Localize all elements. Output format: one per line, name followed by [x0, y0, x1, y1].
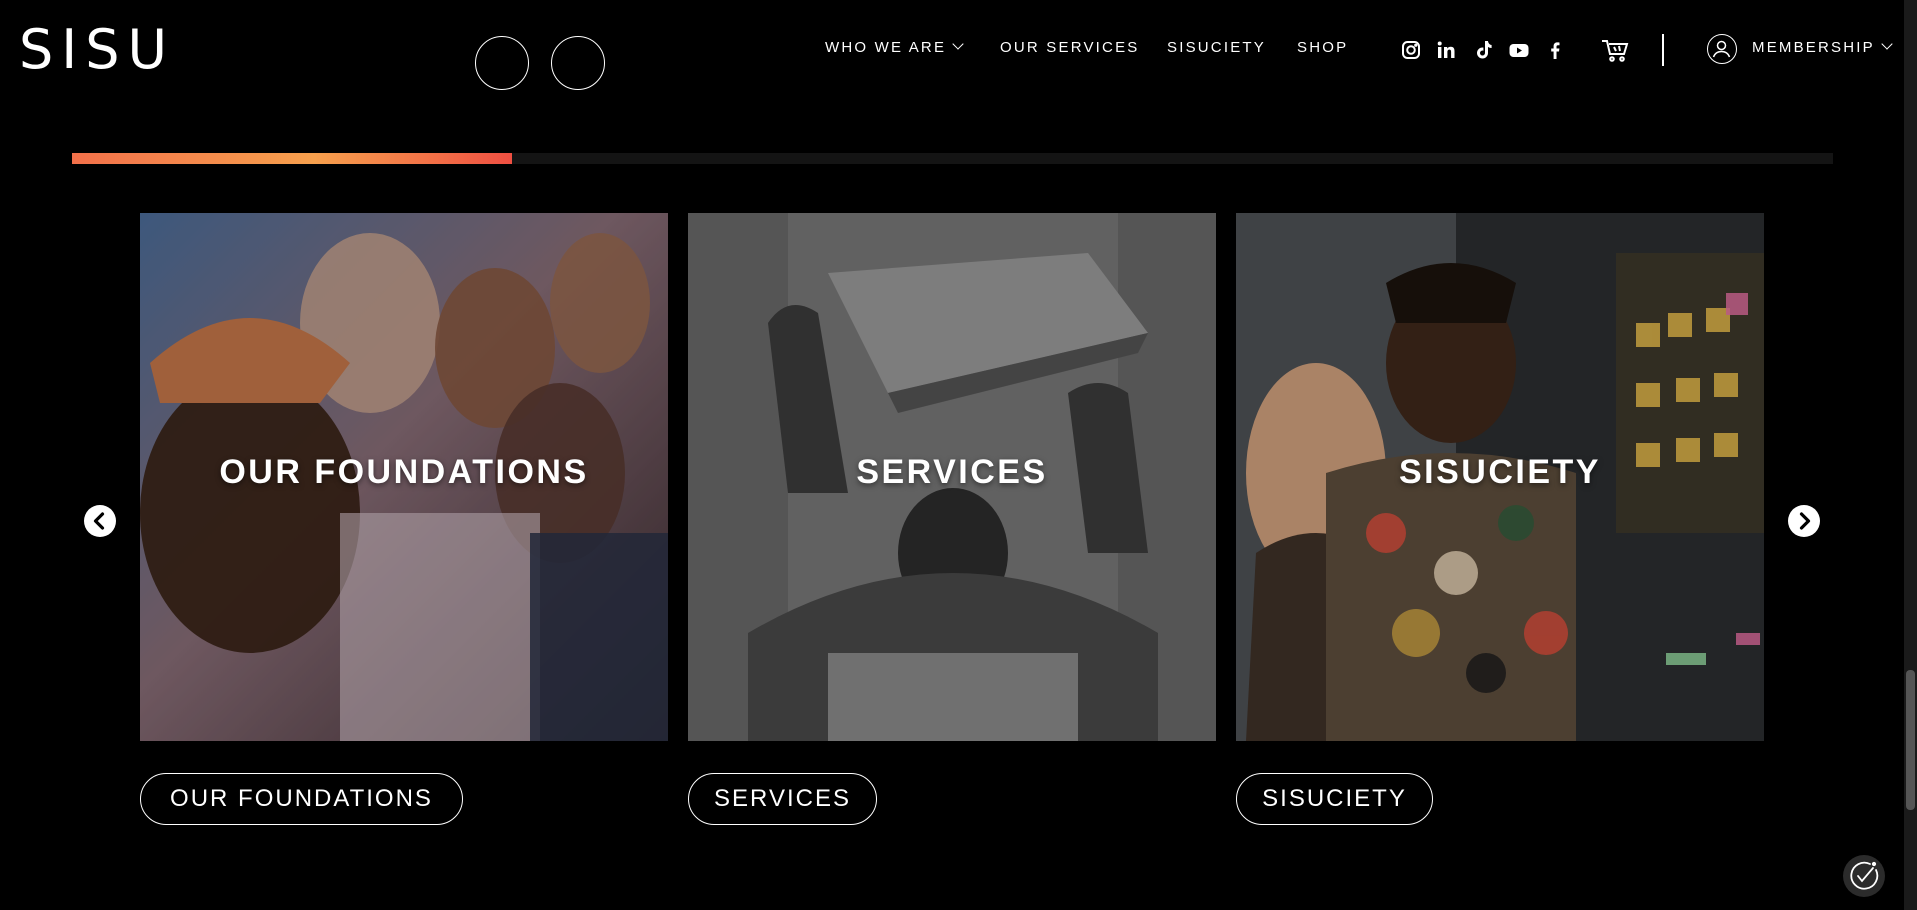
carousel-progress-track — [72, 153, 1833, 164]
nav-sisuciety[interactable]: SISUCIETY — [1167, 38, 1266, 58]
tiktok-icon[interactable] — [1471, 38, 1495, 62]
instagram-icon[interactable] — [1399, 38, 1423, 62]
card-our-foundations[interactable]: OUR FOUNDATIONS — [140, 213, 668, 741]
cart-icon[interactable] — [1600, 36, 1630, 64]
slider-dot-button[interactable] — [551, 36, 605, 90]
sisu-logo[interactable]: SISU — [19, 14, 175, 86]
card-services[interactable]: SERVICES — [688, 213, 1216, 741]
card-title: OUR FOUNDATIONS — [219, 453, 589, 491]
card-title: SISUCIETY — [1399, 453, 1601, 491]
our-foundations-button[interactable]: OUR FOUNDATIONS — [140, 773, 463, 825]
sisuciety-button[interactable]: SISUCIETY — [1236, 773, 1433, 825]
nav-who-we-are[interactable]: WHO WE ARE — [825, 38, 964, 58]
accessibility-icon[interactable] — [1843, 855, 1885, 897]
membership-menu[interactable]: MEMBERSHIP — [1752, 38, 1893, 58]
youtube-icon[interactable] — [1507, 38, 1531, 62]
card-sisuciety[interactable]: SISUCIETY — [1236, 213, 1764, 741]
chevron-down-icon — [952, 38, 964, 50]
facebook-icon[interactable] — [1543, 38, 1567, 62]
header-divider — [1662, 34, 1664, 66]
page-scrollbar[interactable] — [1904, 0, 1917, 910]
site-header: SISU WHO WE ARE OUR SERVICES SISUCIETY S… — [0, 0, 1917, 100]
chevron-down-icon — [1881, 38, 1893, 50]
carousel-progress-fill — [72, 153, 513, 164]
linkedin-icon[interactable] — [1434, 38, 1458, 62]
user-avatar-icon[interactable] — [1707, 34, 1737, 64]
scrollbar-thumb[interactable] — [1906, 670, 1915, 810]
services-button[interactable]: SERVICES — [688, 773, 877, 825]
nav-shop[interactable]: SHOP — [1297, 38, 1348, 58]
membership-label: MEMBERSHIP — [1752, 39, 1875, 56]
chevron-right-icon[interactable] — [1788, 505, 1820, 537]
chevron-left-icon[interactable] — [84, 505, 116, 537]
nav-our-services[interactable]: OUR SERVICES — [1000, 38, 1140, 58]
card-title: SERVICES — [856, 453, 1048, 491]
slider-dot-button[interactable] — [475, 36, 529, 90]
nav-who-we-are-label: WHO WE ARE — [825, 39, 947, 56]
